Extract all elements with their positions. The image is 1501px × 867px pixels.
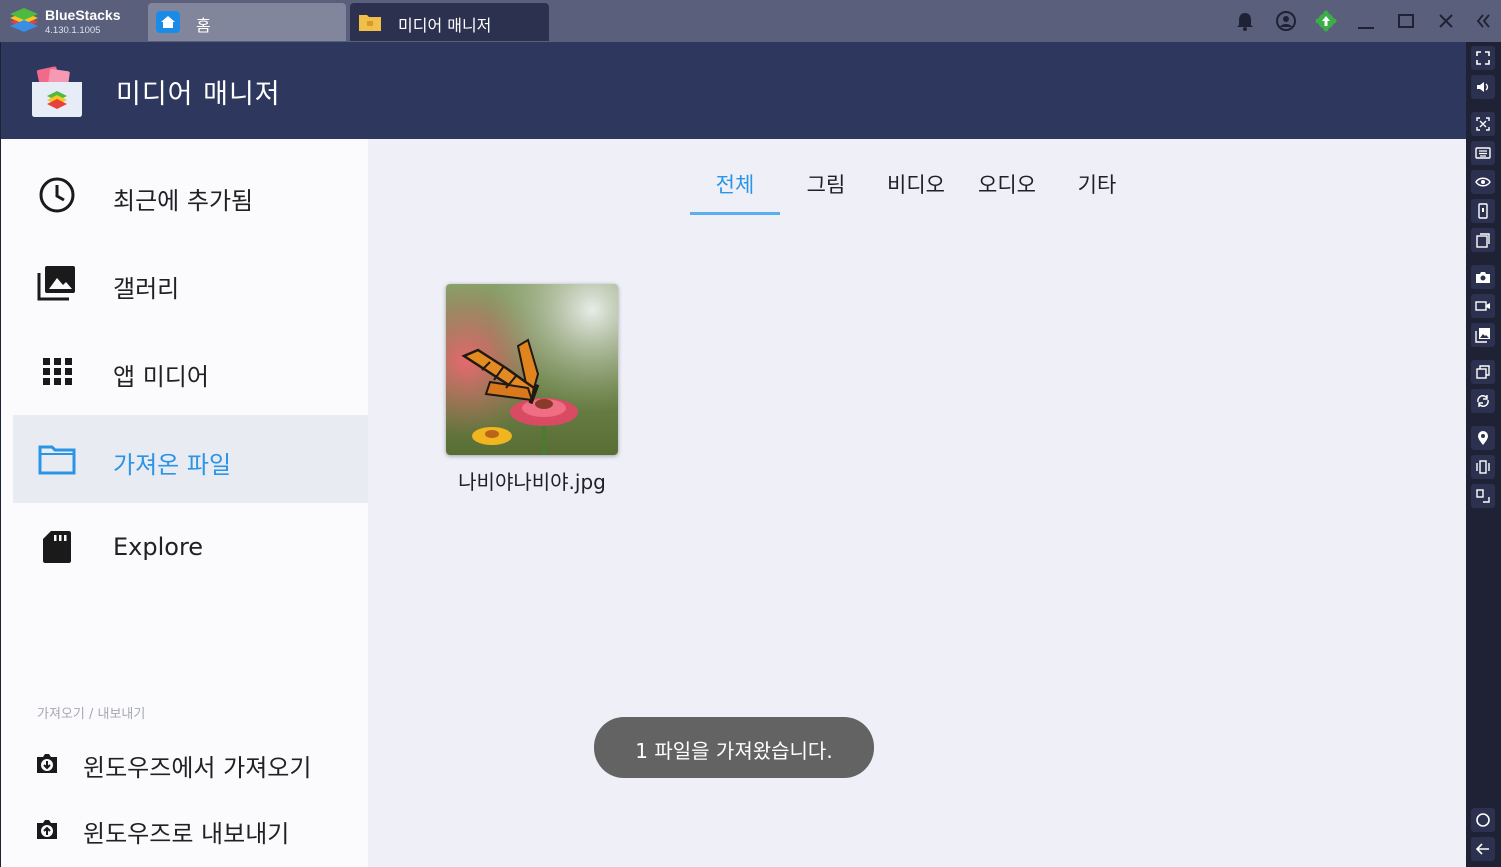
brand-name: BlueStacks [45,7,121,23]
video-record-icon [1475,301,1490,311]
android-home-button[interactable] [1471,808,1495,832]
nav-item-explore-label: Explore [113,533,204,561]
resize-icon [1476,489,1490,503]
multi-instance-button[interactable] [1471,360,1495,384]
nav-item-explore[interactable]: Explore [13,503,368,591]
back-arrow-icon [1475,843,1489,855]
left-nav: 최근에 추가됨 갤러리 앱 미디어 가져온 파일 Explore 가져오기 / … [1,139,368,867]
bluestacks-brand[interactable]: BlueStacks 4.130.1.1005 [6,5,146,37]
gallery-icon [37,266,75,301]
app-header: 미디어 매니저 [1,42,1466,139]
phone-portrait-icon [1478,203,1488,219]
bluestacks-logo-icon [10,8,38,32]
tab-media-manager[interactable]: 미디어 매니저 [350,3,549,41]
camera-icon [1476,272,1490,283]
multi-instance-icon [1476,365,1490,379]
title-bar: BlueStacks 4.130.1.1005 홈 미디어 매니저 [0,0,1501,42]
camera-button[interactable] [1471,265,1495,289]
keyboard-icon [1475,147,1491,159]
active-tab-indicator [690,212,780,215]
shake-button[interactable] [1471,455,1495,479]
copy-icon [1476,233,1490,248]
close-icon[interactable] [1435,10,1457,32]
sd-card-icon [43,531,71,563]
rotate-button[interactable] [1471,389,1495,413]
maximize-icon[interactable] [1395,10,1417,32]
video-record-button[interactable] [1471,294,1495,318]
folder-icon [38,445,76,475]
butterfly-photo [446,284,618,455]
fullscreen-button[interactable] [1471,46,1495,70]
fullscreen-icon [1476,51,1490,65]
nav-item-recent[interactable]: 최근에 추가됨 [13,151,368,239]
export-to-windows-button[interactable]: 윈도우즈로 내보내기 [31,810,361,850]
location-button[interactable] [1471,426,1495,450]
media-folder-button[interactable] [1471,323,1495,347]
keyboard-button[interactable] [1471,141,1495,165]
rotate-icon [1477,395,1489,407]
collapse-sidebar-icon[interactable] [1472,10,1494,32]
android-back-button[interactable] [1471,837,1495,861]
export-to-windows-label: 윈도우즈로 내보내기 [83,820,290,848]
brand-version: 4.130.1.1005 [45,25,101,36]
copy-button[interactable] [1471,228,1495,252]
nav-item-app-media-label: 앱 미디어 [113,363,209,391]
nav-item-imported-files-label: 가져온 파일 [113,451,232,479]
media-folder-icon [1475,328,1490,343]
tab-home[interactable]: 홈 [148,3,346,41]
nav-item-gallery[interactable]: 갤러리 [13,239,368,327]
shake-icon [1476,460,1490,474]
folder-icon [359,15,381,31]
grid-icon [43,358,72,385]
nav-item-gallery-label: 갤러리 [113,275,180,303]
nav-item-imported-files[interactable]: 가져온 파일 [13,415,368,503]
home-icon [156,11,180,33]
tab-audio[interactable]: 오디오 [965,169,1049,215]
tab-images[interactable]: 그림 [788,169,864,215]
import-from-windows-button[interactable]: 윈도우즈에서 가져오기 [31,744,361,784]
import-from-windows-label: 윈도우즈에서 가져오기 [83,754,312,782]
gear-update-icon[interactable] [1315,10,1337,32]
bell-icon[interactable] [1234,10,1256,32]
nav-item-app-media[interactable]: 앱 미디어 [13,327,368,415]
screen-expand-button[interactable] [1471,112,1495,136]
resize-button[interactable] [1471,484,1495,508]
media-manager-logo-icon [32,66,82,117]
home-circle-icon [1476,813,1490,827]
tab-media-manager-label: 미디어 매니저 [398,16,492,35]
export-icon [37,820,57,839]
minimize-icon[interactable] [1355,10,1377,32]
tab-other[interactable]: 기타 [1060,169,1134,215]
tab-videos[interactable]: 비디오 [874,169,958,215]
nav-item-recent-label: 최근에 추가됨 [113,187,254,215]
content-area: 전체 그림 비디오 오디오 기타 나비야나비야.jpg 1 파일을 가져왔습니다… [368,139,1466,867]
account-icon[interactable] [1275,10,1297,32]
eye-icon [1475,177,1491,187]
screen-expand-icon [1476,117,1490,131]
volume-button[interactable] [1471,75,1495,99]
toast-notification: 1 파일을 가져왔습니다. [594,717,874,778]
media-manager-app: 미디어 매니저 최근에 추가됨 갤러리 앱 미디어 가져온 파일 Explore… [1,42,1466,867]
file-thumbnail[interactable] [446,284,618,455]
import-icon [37,754,57,773]
phone-portrait-button[interactable] [1471,199,1495,223]
app-title: 미디어 매니저 [116,79,281,110]
location-icon [1478,431,1488,445]
file-name[interactable]: 나비야나비야.jpg [438,466,626,495]
eye-button[interactable] [1471,170,1495,194]
tab-all[interactable]: 전체 [690,169,780,215]
volume-icon [1477,82,1489,92]
import-export-section-label: 가져오기 / 내보내기 [37,707,146,722]
clock-icon [39,177,75,213]
right-toolbar [1466,42,1501,867]
toast-message: 1 파일을 가져왔습니다. [635,739,833,763]
tab-home-label: 홈 [196,16,211,35]
